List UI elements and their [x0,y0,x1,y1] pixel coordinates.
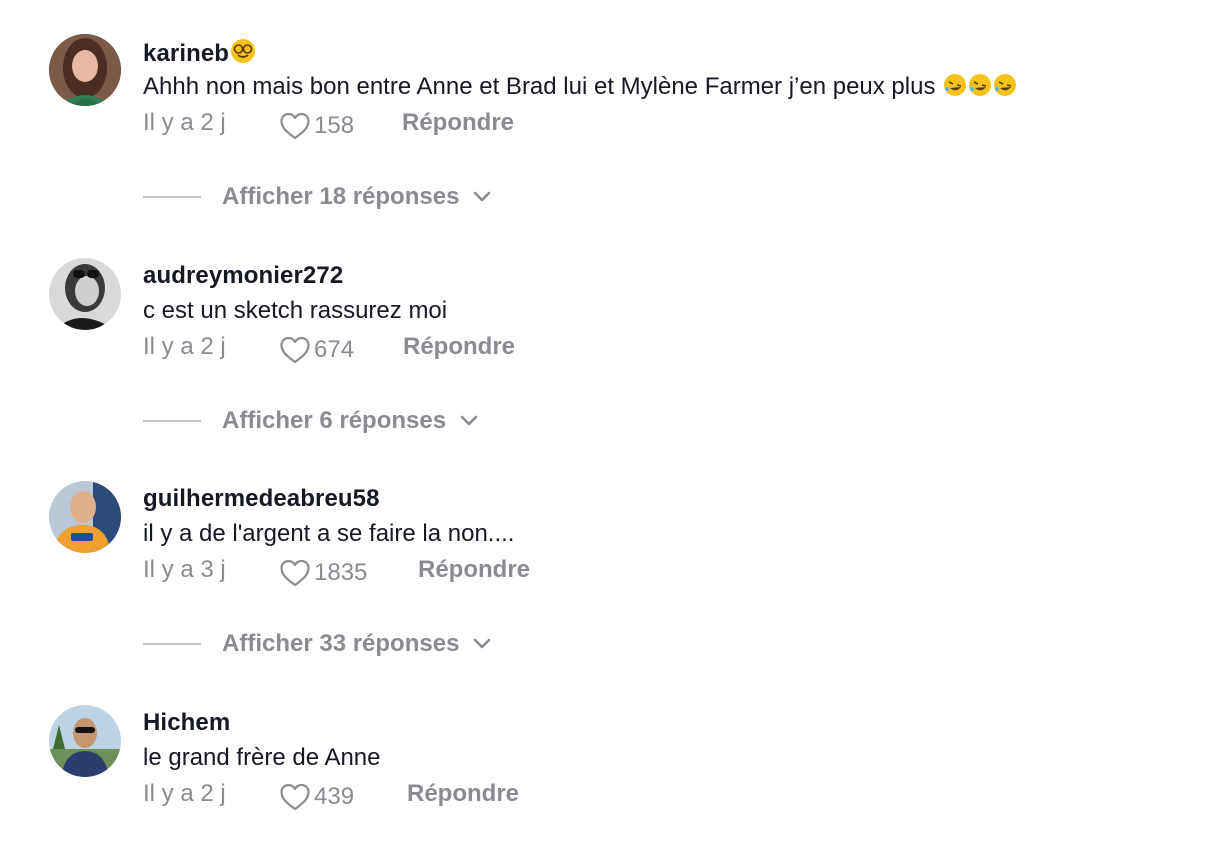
like-button[interactable]: 158 [279,111,354,141]
reply-button[interactable]: Répondre [403,333,515,361]
comment-text: c est un sketch rassurez moi [143,297,448,324]
username[interactable]: karineb [143,38,256,71]
view-replies-label: Afficher 6 réponses [222,407,447,434]
reply-button[interactable]: Répondre [418,556,530,584]
comment-item: audreymonier272 c est un sketch rassurez… [0,258,1210,478]
like-count: 1835 [314,559,368,586]
view-replies-button[interactable]: Afficher 6 réponses [143,406,478,436]
comment-time: Il y a 2 j [143,780,226,807]
avatar-photo [49,705,121,777]
comment-text: il y a de l'argent a se faire la non.... [143,520,515,547]
divider-line [143,196,201,198]
avatar-photo [49,481,121,553]
avatar[interactable] [49,705,121,777]
like-count: 674 [314,336,355,363]
avatar[interactable] [49,481,121,553]
avatar[interactable] [49,258,121,330]
comment-text: le grand frère de Anne [143,744,381,771]
view-replies-label: Afficher 18 réponses [222,183,460,210]
comment-item: karineb Ahhh non mais bon entre Anne et … [0,34,1210,254]
reply-button[interactable]: Répondre [402,109,514,137]
rolling-on-floor-laughing-icon [993,73,1017,104]
comment-text: Ahhh non mais bon entre Anne et Brad lui… [143,73,1017,104]
avatar-photo [49,34,121,106]
username-text: karineb [143,40,230,67]
like-button[interactable]: 439 [279,782,354,812]
comment-time: Il y a 3 j [143,556,226,583]
rolling-on-floor-laughing-icon [943,73,967,104]
heart-outline-icon [280,783,310,811]
chevron-down-icon [460,415,478,426]
comment-time: Il y a 2 j [143,109,226,136]
comment-text-content: Ahhh non mais bon entre Anne et Brad lui… [143,73,936,100]
like-button[interactable]: 674 [279,335,354,365]
comment-time: Il y a 2 j [143,333,226,360]
username[interactable]: guilhermedeabreu58 [143,485,380,513]
view-replies-button[interactable]: Afficher 18 réponses [143,182,491,212]
like-button[interactable]: 1835 [279,558,367,588]
comment-item: guilhermedeabreu58 il y a de l'argent a … [0,481,1210,701]
smiling-face-with-glasses-icon [230,38,256,71]
heart-outline-icon [280,559,310,587]
username[interactable]: Hichem [143,709,230,737]
avatar-photo [49,258,121,330]
avatar[interactable] [49,34,121,106]
heart-outline-icon [280,112,310,140]
reply-button[interactable]: Répondre [407,780,519,808]
rolling-on-floor-laughing-icon [968,73,992,104]
chevron-down-icon [474,191,491,202]
view-replies-label: Afficher 33 réponses [222,630,460,657]
comment-item: Hichem le grand frère de Anne Il y a 2 j… [0,705,1210,825]
chevron-down-icon [474,638,491,649]
divider-line [143,643,201,645]
view-replies-button[interactable]: Afficher 33 réponses [143,629,491,659]
divider-line [143,420,201,422]
like-count: 158 [314,112,355,139]
username[interactable]: audreymonier272 [143,262,343,290]
like-count: 439 [314,783,355,810]
heart-outline-icon [280,336,310,364]
